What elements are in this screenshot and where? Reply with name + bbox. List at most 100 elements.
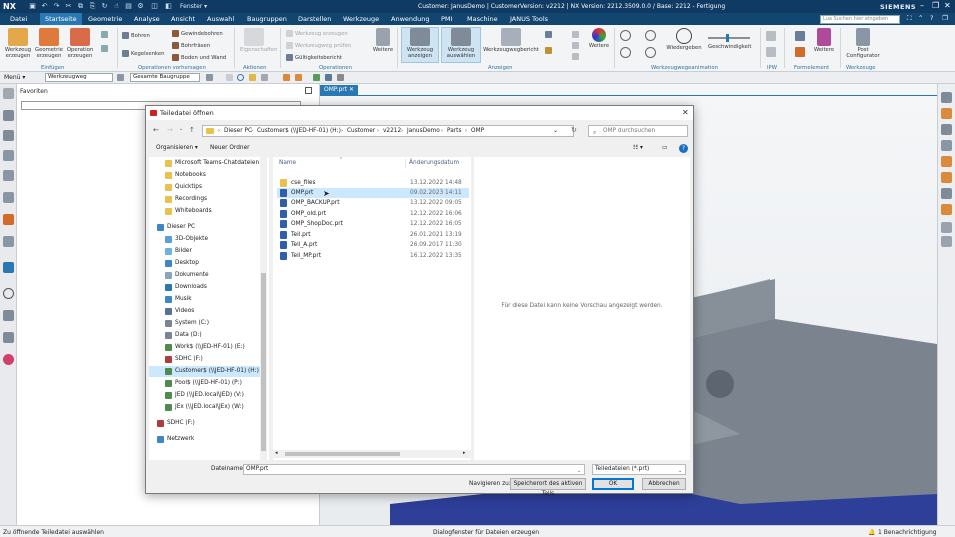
scope-select[interactable]: Gesamte Baugruppe (130, 73, 200, 82)
copy-icon[interactable]: ⧉ (76, 2, 85, 11)
tree-item[interactable]: Notebooks (149, 170, 267, 181)
tool-bar-icon[interactable] (941, 140, 952, 151)
tool-bar-icon[interactable] (941, 204, 952, 215)
file-row[interactable]: OMP_old.prt 12.12.2022 16:06 (277, 209, 469, 219)
tab-ansicht[interactable]: Ansicht (171, 15, 195, 23)
tree-item[interactable]: Microsoft Teams-Chatdateien (149, 158, 267, 169)
redo-icon[interactable]: ↷ (52, 2, 61, 11)
tab-datei[interactable]: Datei (10, 15, 27, 23)
tool-bar-icon[interactable] (941, 188, 952, 199)
breadcrumb-item[interactable]: Customer (347, 126, 375, 136)
bohren-button[interactable]: Bohren (122, 32, 150, 39)
active-part-location-button[interactable]: Speicherort des aktiven Teils (510, 478, 586, 497)
geometry-view-icon[interactable] (3, 170, 14, 181)
tree-item[interactable]: Musik (149, 294, 267, 305)
tab-close-icon[interactable]: ✕ (349, 86, 354, 93)
menu-button[interactable]: Menü ▾ (4, 74, 25, 81)
arrow-side-icon[interactable] (572, 42, 579, 49)
restore-icon[interactable]: ❐ (932, 1, 939, 10)
tree-scrollbar[interactable] (260, 157, 267, 460)
point-icon[interactable] (249, 74, 256, 81)
repeat-icon[interactable]: ↻ (100, 2, 109, 11)
tab-startseite[interactable]: Startseite (40, 13, 82, 25)
tree-item[interactable]: Downloads (149, 282, 267, 293)
tree-item[interactable]: Work$ (\\JED-HF-01) (E:) (149, 342, 267, 353)
scroll-left-icon[interactable]: ◂ (275, 450, 278, 456)
weitere-anzeigen-button[interactable]: Weitere (588, 28, 610, 49)
restore-doc-icon[interactable]: ❐ (942, 14, 948, 22)
tree-item[interactable]: Dokumente (149, 270, 267, 281)
ok-button[interactable]: OK (592, 478, 634, 490)
circle-select-icon[interactable] (237, 74, 244, 81)
tool-bar-icon[interactable] (941, 108, 952, 119)
new-folder-button[interactable]: Neuer Ordner (210, 145, 250, 151)
column-header-date[interactable]: Änderungsdatum (409, 160, 459, 166)
scrollbar-thumb[interactable] (285, 452, 400, 456)
assembly-icon[interactable] (295, 74, 302, 81)
palette-icon[interactable] (3, 354, 14, 365)
step-forward-icon[interactable] (645, 47, 656, 58)
breadcrumb-item[interactable]: Dieser PC (224, 126, 252, 136)
settings-icon[interactable]: ⚙ (136, 2, 145, 11)
program-view-icon[interactable] (3, 192, 14, 203)
help-icon[interactable]: ? (930, 14, 933, 22)
feature-navigator-icon[interactable] (3, 214, 14, 225)
dialog-search-input[interactable]: ⌕ OMP durchsuchen (588, 125, 688, 137)
file-list-scrollbar[interactable]: ◂ ▸ (273, 450, 471, 458)
fullscreen-icon[interactable]: ⛶ (907, 14, 912, 23)
werkzeugwegbericht-button[interactable]: Werkzeugwegbericht (483, 28, 539, 53)
open-icon[interactable]: ▤ (124, 2, 133, 11)
verify-icon[interactable] (545, 31, 552, 38)
touch-icon[interactable]: ☝ (112, 2, 121, 11)
file-row[interactable]: OMP_BACKUP.prt 13.12.2022 09:05 (277, 198, 469, 208)
feature-group-icon[interactable] (795, 47, 805, 57)
weitere-operationen-button[interactable]: Weitere (372, 28, 394, 53)
tool-holder-icon[interactable] (545, 47, 552, 54)
tree-item[interactable]: Desktop (149, 258, 267, 269)
filetype-select[interactable]: Teiledateien (*.prt) ⌄ (592, 464, 686, 475)
tree-item[interactable]: JED (\\JED.local\JED) (V:) (149, 390, 267, 401)
tree-item[interactable]: SDHC (F:) (149, 354, 267, 365)
weitere-formelement-button[interactable]: Weitere (813, 28, 835, 53)
web-browser-icon[interactable] (3, 262, 14, 273)
column-header-name[interactable]: Name (279, 160, 296, 166)
view-options-icon[interactable]: ☷ ▾ (633, 145, 643, 151)
part-icon[interactable] (283, 74, 290, 81)
tree-item[interactable]: SDHC (F:) (149, 418, 267, 429)
preview-pane-icon[interactable]: ▭ (662, 145, 667, 151)
speed-slider-handle[interactable] (726, 34, 729, 42)
paste-icon[interactable]: ⎘ (88, 2, 97, 11)
address-bar[interactable]: › Dieser PC › Customer$ (\\JED-HF-01) (H… (202, 125, 574, 137)
ipw-settings-icon[interactable] (766, 47, 776, 57)
breadcrumb-item[interactable]: Customer$ (\\JED-HF-01) (H:) (257, 126, 341, 136)
settings-gear-icon[interactable] (3, 88, 14, 99)
create-geometry-button[interactable]: Geometrie erzeugen (35, 28, 63, 59)
window-icon[interactable]: ◫ (150, 2, 159, 11)
roles-icon[interactable] (3, 332, 14, 343)
tree-item[interactable]: Whiteboards (149, 206, 267, 217)
snap-icon[interactable] (206, 74, 213, 81)
tool-bar-icon[interactable] (941, 236, 952, 247)
rewind-icon[interactable] (620, 47, 631, 58)
tab-maschine[interactable]: Maschine (467, 15, 498, 23)
tab-darstellen[interactable]: Darstellen (298, 15, 331, 23)
boden-wand-button[interactable]: Boden und Wand (172, 54, 226, 61)
file-row[interactable]: Teil_MP.prt 16.12.2022 13:35 (277, 251, 469, 261)
bohrfraesen-button[interactable]: Bohrfräsen (172, 42, 210, 49)
view3-icon[interactable] (337, 74, 344, 81)
create-operation-button[interactable]: Operation erzeugen (66, 28, 94, 59)
stop-icon[interactable] (645, 30, 656, 41)
program-icon[interactable] (101, 31, 108, 38)
ipw-icon[interactable] (766, 31, 776, 41)
step-back-icon[interactable] (620, 30, 631, 41)
wiedergeben-button[interactable]: Wiedergeben (666, 28, 702, 51)
gewindebohren-button[interactable]: Gewindebohren (172, 30, 223, 37)
tree-item[interactable]: 3D-Objekte (149, 234, 267, 245)
scroll-right-icon[interactable]: ▸ (463, 450, 466, 456)
scrollbar-thumb[interactable] (261, 273, 266, 451)
back-icon[interactable]: ← (153, 126, 159, 134)
breadcrumb-item[interactable]: JanusDemo (407, 126, 440, 136)
method-icon[interactable] (101, 45, 108, 52)
tool-bar-icon[interactable] (941, 92, 952, 103)
chevron-down-icon[interactable]: ⌄ (577, 467, 581, 476)
